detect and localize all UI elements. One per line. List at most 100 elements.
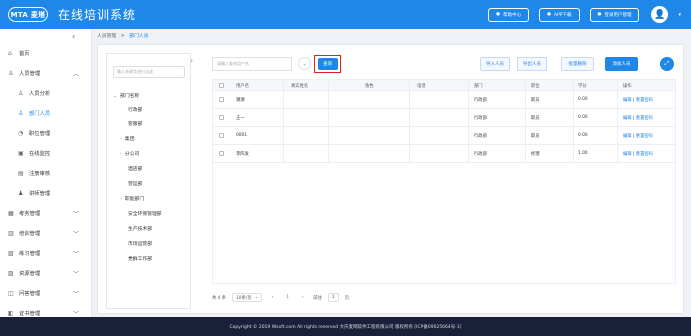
- edit-link[interactable]: 编辑: [623, 152, 632, 157]
- op-separator: |: [632, 98, 635, 103]
- table-row[interactable]: 0001 行政部 职员 0.00 编辑 | 重置密码: [213, 127, 675, 145]
- cell-position: 职员: [531, 98, 540, 103]
- prev-page-button[interactable]: ‹: [268, 293, 277, 302]
- next-page-button[interactable]: ›: [298, 293, 307, 302]
- sidebar-item-label: 资源管理: [19, 271, 41, 277]
- tree-node[interactable]: › 分公司: [120, 150, 139, 157]
- sidebar-item-label: 证书管理: [19, 311, 41, 317]
- tree-node[interactable]: 安全环保管理部: [128, 210, 162, 217]
- sidebar-item-personnel[interactable]: ♙ 人员管理 ︿: [0, 63, 92, 83]
- sidebar-item-practice[interactable]: ▧ 练习管理 ﹀: [0, 243, 92, 263]
- tree-node-label: 生产技术部: [128, 227, 152, 232]
- page-unit-label: 页: [344, 295, 350, 301]
- tree-node[interactable]: 营运部: [128, 180, 142, 187]
- department-icon: ♙: [18, 109, 24, 117]
- department-tree-panel: › 输入关键字进行过滤 ⌄ 部门名称 行政部 客服部 › 集团 › 分公司 酒店部 营…: [106, 53, 193, 309]
- sidebar-menu: ⌂ 首页 ♙ 人员管理 ︿ ♙ 人员分析 ♙ 部门人员 ◔ 职位管理 ▣ 在线监控 ▤ 注册审核…: [0, 43, 92, 323]
- page-size-select[interactable]: 10条/页 ⌄: [232, 293, 263, 302]
- col-username: 用户名: [236, 84, 249, 89]
- export-button[interactable]: 导出人员: [517, 57, 547, 71]
- cell-position: 职员: [531, 116, 540, 121]
- sidebar-item-label: 人员分析: [29, 91, 51, 97]
- tree-node-root[interactable]: ⌄ 部门名称: [113, 92, 139, 99]
- batch-delete-button[interactable]: 批量删除: [561, 57, 594, 71]
- tree-filter-input[interactable]: 输入关键字进行过滤: [113, 66, 185, 78]
- chevron-right-icon: ›: [120, 152, 122, 157]
- col-role: 角色: [365, 84, 374, 89]
- tree-node[interactable]: 市场运营部: [128, 240, 152, 247]
- select-all-checkbox[interactable]: [219, 83, 224, 88]
- tree-node[interactable]: › 集团: [120, 135, 135, 142]
- sidebar-item-department-personnel[interactable]: ♙ 部门人员: [0, 103, 92, 123]
- table-row[interactable]: 李四发 行政部 经理 1.00 编辑 | 重置密码: [213, 145, 675, 163]
- op-separator: |: [632, 116, 635, 121]
- chevron-down-icon[interactable]: ▾: [678, 12, 681, 18]
- search-input[interactable]: 请输入查询用户名: [212, 57, 292, 71]
- sidebar-item-training[interactable]: ▥ 培训管理 ﹀: [0, 223, 92, 243]
- sidebar-item-lecturer[interactable]: ♟ 讲师管理: [0, 183, 92, 203]
- personnel-table: 用户名 真实姓名 角色 电话 部门 职位 学分 操作 潮潮 行政部 职员 0.0…: [212, 79, 676, 284]
- cell-username: 王一: [236, 116, 245, 121]
- app-download-button[interactable]: ● APP下载: [539, 7, 580, 22]
- sidebar-item-label: 问答管理: [19, 291, 41, 297]
- col-department: 部门: [474, 84, 483, 89]
- row-checkbox[interactable]: [219, 151, 224, 156]
- total-count: 共 4 条: [212, 295, 227, 301]
- fullscreen-icon[interactable]: ⤢: [660, 57, 674, 71]
- row-checkbox[interactable]: [219, 115, 224, 120]
- sidebar-item-home[interactable]: ⌂ 首页: [0, 43, 92, 63]
- reset-password-link[interactable]: 重置密码: [636, 98, 653, 103]
- sidebar-item-label: 在线监控: [29, 151, 51, 157]
- row-checkbox[interactable]: [219, 97, 224, 102]
- reset-password-link[interactable]: 重置密码: [636, 152, 653, 157]
- position-icon: ◔: [18, 129, 24, 137]
- table-row[interactable]: 王一 行政部 职员 0.00 编辑 | 重置密码: [213, 109, 675, 127]
- tree-node[interactable]: › 职能部门: [120, 195, 144, 202]
- person-icon: ♙: [8, 69, 14, 77]
- import-button[interactable]: 导入人员: [480, 57, 510, 71]
- col-operation: 操作: [623, 84, 632, 89]
- edit-link[interactable]: 编辑: [623, 134, 632, 139]
- page-number-current[interactable]: 1: [283, 293, 292, 302]
- sidebar-item-resource[interactable]: ▨ 资源管理 ﹀: [0, 263, 92, 283]
- sidebar-item-label: 培训管理: [19, 231, 41, 237]
- sidebar-item-monitor[interactable]: ▣ 在线监控: [0, 143, 92, 163]
- col-credit: 学分: [578, 84, 587, 89]
- cell-department: 行政部: [474, 98, 487, 103]
- avatar-icon[interactable]: 👤: [651, 6, 669, 23]
- tree-node-label: 安全环保管理部: [128, 212, 162, 217]
- tree-node[interactable]: 行政部: [128, 106, 142, 113]
- chevron-down-icon: ⌄: [113, 94, 118, 99]
- resource-icon: ▨: [8, 269, 14, 277]
- tree-node[interactable]: 酒店部: [128, 165, 142, 172]
- collapse-sidebar-icon[interactable]: ‹: [72, 32, 75, 41]
- edit-link[interactable]: 编辑: [623, 116, 632, 121]
- edit-link[interactable]: 编辑: [623, 98, 632, 103]
- table-row[interactable]: 潮潮 行政部 职员 0.00 编辑 | 重置密码: [213, 91, 675, 109]
- cell-position: 经理: [531, 152, 540, 157]
- tree-node[interactable]: 客服部: [128, 120, 142, 127]
- add-user-button[interactable]: 添加人员: [605, 57, 638, 71]
- goto-page-input[interactable]: 1: [327, 293, 339, 302]
- chevron-right-icon[interactable]: ›: [190, 57, 193, 65]
- query-button[interactable]: 查询: [317, 58, 338, 70]
- tree-node[interactable]: 生产技术部: [128, 225, 152, 232]
- tree-node-label: 党群工作部: [128, 257, 152, 262]
- sidebar-item-audit[interactable]: ▤ 注册审核: [0, 163, 92, 183]
- reset-password-link[interactable]: 重置密码: [636, 116, 653, 121]
- sidebar-item-position[interactable]: ◔ 职位管理: [0, 123, 92, 143]
- cell-username: 潮潮: [236, 98, 245, 103]
- col-position: 职位: [531, 84, 540, 89]
- chevron-down-icon[interactable]: ⌄: [298, 57, 311, 70]
- sidebar-item-qa[interactable]: ◫ 问答管理 ﹀: [0, 283, 92, 303]
- row-checkbox[interactable]: [219, 133, 224, 138]
- breadcrumb-parent[interactable]: 人员管理: [97, 34, 116, 39]
- sidebar-item-label: 练习管理: [19, 251, 41, 257]
- tree-node[interactable]: 党群工作部: [128, 255, 152, 262]
- help-center-button[interactable]: ● 帮助中心: [488, 7, 530, 22]
- reset-password-link[interactable]: 重置密码: [636, 134, 653, 139]
- sidebar-item-exam[interactable]: ▦ 考务管理 ﹀: [0, 203, 92, 223]
- personnel-main: 请输入查询用户名 ⌄ 查询 导入人员 导出人员 批量删除 添加人员 ⤢ 用户名 …: [200, 45, 685, 315]
- sidebar-item-personnel-analysis[interactable]: ♙ 人员分析: [0, 83, 92, 103]
- login-user-manage-button[interactable]: ● 登录用户管理: [589, 7, 640, 22]
